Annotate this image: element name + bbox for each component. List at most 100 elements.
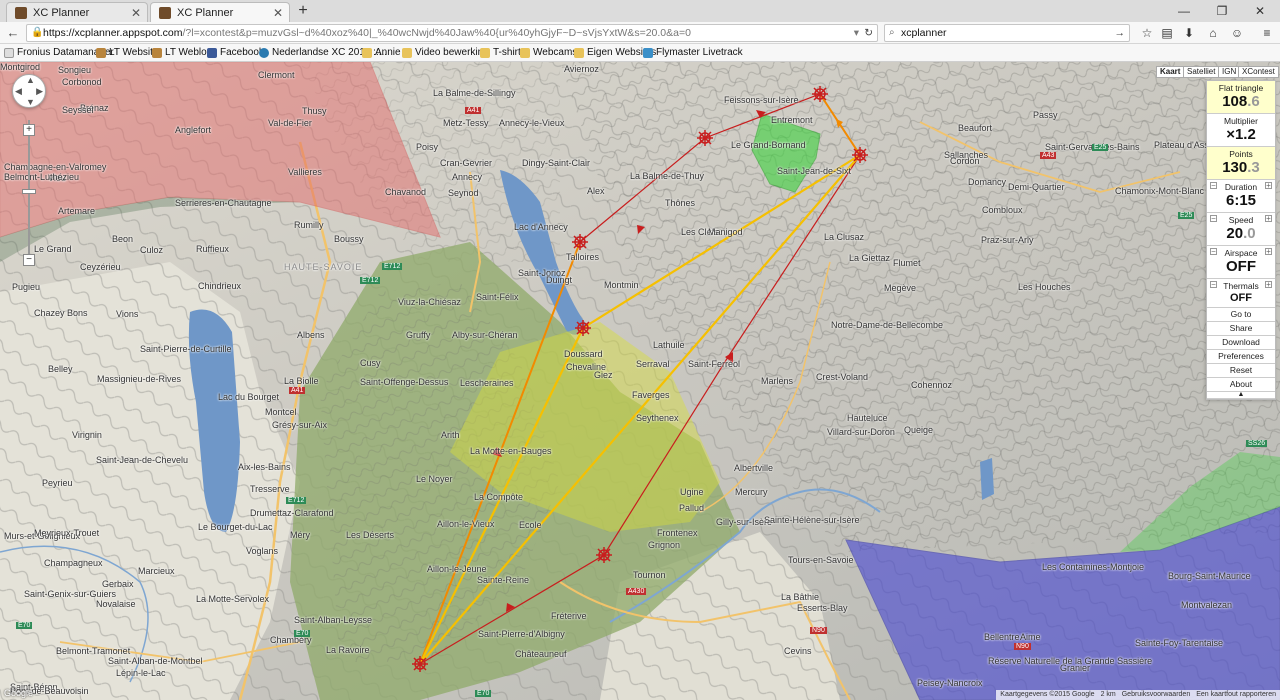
bookmark-star-icon[interactable]: ☆ [1138, 25, 1156, 41]
place-label: Montmin [604, 280, 639, 290]
bookmark-item[interactable]: LT Weblog [152, 44, 212, 62]
road-shield: E70 [16, 622, 33, 629]
folder-icon [480, 48, 490, 58]
pan-right-icon[interactable]: ▶ [36, 86, 43, 97]
report-error-link[interactable]: Een kaartfout rapporteren [1196, 690, 1276, 700]
reset-button[interactable]: Reset [1207, 364, 1275, 378]
place-label: Villard-sur-Doron [827, 427, 895, 437]
bookmark-item[interactable]: Flymaster Livetrack [643, 44, 743, 62]
collapse-panel-icon[interactable]: ▲ [1207, 391, 1275, 399]
place-label: Aillon-le-Vieux [437, 519, 495, 529]
duration-increase-button[interactable]: + [1265, 182, 1272, 190]
zoom-in-button[interactable]: + [23, 124, 35, 136]
place-label: Lescheraines [460, 378, 514, 388]
airspace-increase-button[interactable]: + [1265, 248, 1272, 256]
place-label: Bourg-Saint-Maurice [1168, 571, 1251, 581]
points-label: Points [1229, 149, 1253, 159]
folder-icon [362, 48, 372, 58]
place-label: Massignieu-de-Rives [97, 374, 182, 384]
speed-increase-button[interactable]: + [1265, 215, 1272, 223]
bookmark-item[interactable]: Facebook [207, 44, 264, 62]
place-label: La Compôte [474, 492, 524, 502]
place-label: Le Bourget-du-Lac [198, 522, 273, 532]
thermals-decrease-button[interactable]: − [1210, 281, 1217, 289]
preferences-button[interactable]: Preferences [1207, 350, 1275, 364]
place-label: Tours-en-Savoie [788, 555, 854, 565]
map-type-satelliet-button[interactable]: Satelliet [1183, 66, 1220, 78]
tab-xcplanner-2[interactable]: XC Planner ✕ [150, 2, 290, 22]
tab-xcplanner-1[interactable]: XC Planner ✕ [6, 2, 148, 22]
page-icon [4, 48, 14, 58]
search-input[interactable]: ⌕ xcplanner → [884, 24, 1130, 42]
url-dropdown-icon[interactable]: ▾ [854, 25, 859, 41]
url-bar[interactable]: 🔒 https://xcplanner.appspot.com/?l=xcont… [26, 24, 878, 42]
place-label: Cevins [784, 646, 812, 656]
map-type-ign-button[interactable]: IGN [1218, 66, 1241, 78]
pan-up-icon[interactable]: ▲ [26, 75, 35, 85]
place-label: Ceyzérieu [80, 262, 121, 272]
download-button[interactable]: Download [1207, 336, 1275, 350]
place-label: Châteauneuf [515, 649, 567, 659]
place-label: Saint-Félix [476, 292, 519, 302]
place-label: La Balme-de-Thuy [630, 171, 705, 181]
zoom-out-button[interactable]: − [23, 254, 35, 266]
minimize-icon[interactable]: — [1166, 2, 1202, 20]
place-label: Annecy [452, 172, 483, 182]
url-host: https://xcplanner.appspot.com [43, 27, 183, 39]
duration-decrease-button[interactable]: − [1210, 182, 1217, 190]
bookmark-item[interactable]: LT Website [96, 44, 158, 62]
flight-type-cell[interactable]: Flat triangle 108.6 [1207, 81, 1275, 114]
back-icon[interactable]: ← [4, 24, 22, 42]
folder-icon [402, 48, 412, 58]
account-icon[interactable]: ☺ [1228, 25, 1246, 41]
download-icon[interactable]: ⬇ [1180, 25, 1198, 41]
search-go-icon[interactable]: → [1115, 25, 1126, 41]
new-tab-button[interactable]: + [294, 2, 312, 20]
place-label: Saint-Pierre-de-Curtille [140, 344, 232, 354]
place-label: Grésy-sur-Aix [272, 420, 328, 430]
pan-left-icon[interactable]: ◀ [15, 86, 22, 97]
bookmark-folder[interactable]: Video bewerking [402, 44, 489, 62]
road-shield: N90 [810, 627, 827, 634]
place-label: Corbonod [62, 77, 102, 87]
thermals-increase-button[interactable]: + [1265, 281, 1272, 289]
zoom-slider-handle[interactable] [22, 189, 36, 194]
close-tab-icon[interactable]: ✕ [131, 3, 141, 23]
pan-down-icon[interactable]: ▼ [26, 97, 35, 107]
reload-icon[interactable]: ↻ [864, 25, 873, 41]
close-window-icon[interactable]: ✕ [1242, 2, 1278, 20]
restore-icon[interactable]: ❐ [1204, 2, 1240, 20]
place-label: Megève [884, 283, 917, 293]
speed-decrease-button[interactable]: − [1210, 215, 1217, 223]
place-label: Combloux [982, 205, 1023, 215]
tab-title: XC Planner [177, 6, 234, 19]
thermals-cell[interactable]: − Thermals OFF + [1207, 279, 1275, 308]
airspace-decrease-button[interactable]: − [1210, 248, 1217, 256]
home-icon[interactable]: ⌂ [1204, 25, 1222, 41]
pan-control[interactable]: ▲ ▼ ◀ ▶ [12, 74, 46, 108]
map-footer: Kaartgegevens ©2015 Google 2 km Gebruiks… [996, 690, 1280, 700]
terms-link[interactable]: Gebruiksvoorwaarden [1122, 690, 1190, 700]
about-button[interactable]: About [1207, 378, 1275, 392]
bookmark-folder[interactable]: Webcams [520, 44, 577, 62]
goto-button[interactable]: Go to [1207, 308, 1275, 322]
site-icon [259, 48, 269, 58]
menu-icon[interactable]: ≡ [1258, 25, 1276, 41]
map-type-kaart-button[interactable]: Kaart [1156, 66, 1185, 78]
place-label: Albens [297, 330, 325, 340]
bookmark-folder[interactable]: Annie [362, 44, 401, 62]
place-label: Culoz [140, 245, 164, 255]
share-button[interactable]: Share [1207, 322, 1275, 336]
reading-list-icon[interactable]: ▤ [1158, 25, 1176, 41]
place-label: La Motte-en-Bauges [470, 446, 552, 456]
place-label: Alex [587, 186, 605, 196]
place-label: Marcieux [138, 566, 175, 576]
map-type-xcontest-button[interactable]: XContest [1238, 66, 1279, 78]
bookmark-folder[interactable]: T-shirt [480, 44, 521, 62]
close-tab-icon[interactable]: ✕ [273, 3, 283, 23]
place-label: Beaufort [958, 123, 993, 133]
map-canvas[interactable]: Songieu Corbonod Brénaz Seyssel Clermont Thus… [0, 62, 1280, 700]
airspace-cell[interactable]: − Airspace OFF + [1207, 246, 1275, 279]
flight-type-label: Flat triangle [1218, 83, 1264, 93]
place-label: Belmont-Luthézieu [4, 172, 80, 182]
